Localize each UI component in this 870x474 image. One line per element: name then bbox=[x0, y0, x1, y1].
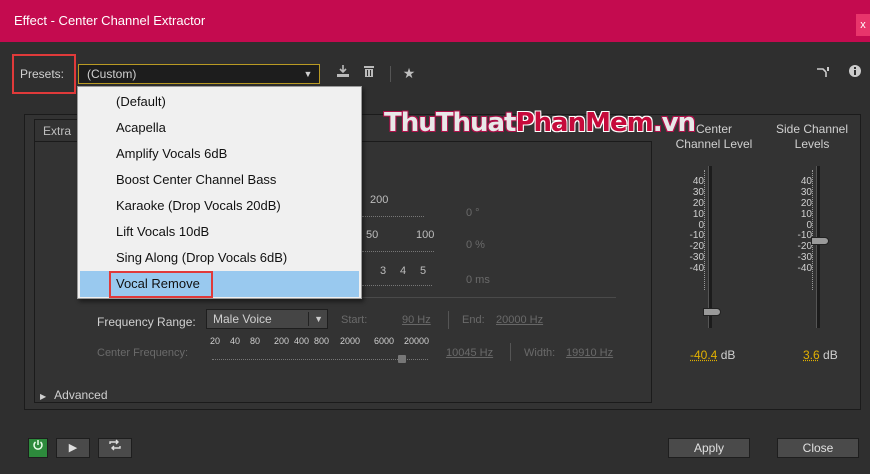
dropdown-separator bbox=[308, 312, 309, 326]
power-icon bbox=[33, 440, 43, 450]
start-value[interactable]: 90 Hz bbox=[402, 314, 431, 326]
toolbar-separator bbox=[390, 66, 391, 82]
menu-item-lift-vocals[interactable]: Lift Vocals 10dB bbox=[116, 219, 356, 245]
width-value[interactable]: 19910 Hz bbox=[566, 347, 613, 359]
menu-item-amplify-vocals[interactable]: Amplify Vocals 6dB bbox=[116, 141, 356, 167]
watermark-logo: ThuThuatPhanMem.vn bbox=[384, 108, 696, 138]
end-value[interactable]: 20000 Hz bbox=[496, 314, 543, 326]
center-meter-scale: 40 30 20 10 0 -10 -20 -30 -40 bbox=[689, 176, 704, 275]
start-label: Start: bbox=[341, 314, 368, 326]
percent-value[interactable]: 0 % bbox=[466, 239, 485, 251]
center-meter-ticks bbox=[704, 170, 707, 290]
end-label: End: bbox=[462, 314, 485, 326]
close-button[interactable]: Close bbox=[777, 438, 859, 458]
tab-extraction[interactable]: Extra bbox=[34, 119, 82, 141]
route-icon[interactable] bbox=[814, 64, 832, 82]
phase-value[interactable]: 0 ° bbox=[466, 207, 480, 219]
center-frequency-slider[interactable] bbox=[212, 348, 428, 360]
side-meter-ticks bbox=[812, 170, 815, 290]
field-separator bbox=[510, 343, 511, 361]
field-separator bbox=[448, 311, 449, 329]
center-frequency-label: Center Frequency: bbox=[97, 347, 189, 359]
loop-button[interactable] bbox=[98, 438, 132, 458]
advanced-label: Advanced bbox=[54, 388, 108, 402]
menu-item-sing-along[interactable]: Sing Along (Drop Vocals 6dB) bbox=[116, 245, 356, 271]
close-window-button[interactable]: x bbox=[856, 14, 870, 36]
apply-button[interactable]: Apply bbox=[668, 438, 750, 458]
frequency-range-label: Frequency Range: bbox=[97, 315, 196, 329]
center-channel-level-thumb[interactable] bbox=[703, 308, 721, 316]
side-meter-scale: 40 30 20 10 0 -10 -20 -30 -40 bbox=[797, 176, 812, 275]
side-channel-levels-slider[interactable] bbox=[816, 166, 820, 328]
chevron-down-icon[interactable]: ▼ bbox=[314, 311, 323, 327]
window-title: Effect - Center Channel Extractor bbox=[14, 13, 206, 28]
frequency-range-value: Male Voice bbox=[213, 312, 272, 326]
chevron-right-icon[interactable]: ▶ bbox=[40, 392, 46, 401]
vocal-remove-highlight-box bbox=[109, 271, 213, 298]
favorite-star-icon[interactable]: ★ bbox=[400, 64, 418, 82]
loop-icon bbox=[109, 439, 121, 451]
title-bar: Effect - Center Channel Extractor x bbox=[0, 0, 870, 42]
menu-item-karaoke[interactable]: Karaoke (Drop Vocals 20dB) bbox=[116, 193, 356, 219]
center-channel-level-value[interactable]: -40.4 dB bbox=[690, 348, 735, 362]
percent-slider[interactable] bbox=[362, 240, 434, 252]
center-channel-level-title: Center Channel Level bbox=[675, 122, 753, 151]
center-channel-level-slider[interactable] bbox=[708, 166, 712, 328]
play-icon: ▶ bbox=[68, 442, 78, 454]
play-button[interactable]: ▶ bbox=[56, 438, 90, 458]
delay-slider[interactable] bbox=[362, 274, 432, 286]
side-channel-levels-thumb[interactable] bbox=[811, 237, 829, 245]
delay-value[interactable]: 0 ms bbox=[466, 274, 490, 286]
effect-dialog: Presets: (Custom) ▼ ★ Extra ThuThuatPhan… bbox=[0, 42, 870, 474]
center-frequency-thumb[interactable] bbox=[398, 355, 406, 363]
phase-slider[interactable] bbox=[362, 205, 424, 217]
info-icon[interactable] bbox=[846, 64, 864, 82]
side-channel-levels-value[interactable]: 3.6 dB bbox=[803, 348, 838, 362]
frequency-range-dropdown[interactable]: Male Voice ▼ bbox=[206, 309, 328, 329]
delete-preset-icon[interactable] bbox=[360, 64, 378, 82]
center-frequency-value[interactable]: 10045 Hz bbox=[446, 347, 493, 359]
save-preset-icon[interactable] bbox=[334, 64, 352, 82]
menu-item-acapella[interactable]: Acapella bbox=[116, 115, 356, 141]
power-toggle-button[interactable] bbox=[28, 438, 48, 458]
preset-selected-value: (Custom) bbox=[87, 67, 137, 81]
menu-item-boost-center-bass[interactable]: Boost Center Channel Bass bbox=[116, 167, 356, 193]
preset-dropdown[interactable]: (Custom) ▼ bbox=[78, 64, 320, 84]
dropdown-arrow-icon[interactable]: ▼ bbox=[301, 66, 315, 82]
side-channel-levels-title: Side Channel Levels bbox=[775, 122, 849, 151]
width-label: Width: bbox=[524, 347, 556, 359]
menu-item-default[interactable]: (Default) bbox=[116, 89, 356, 115]
advanced-disclosure[interactable]: ▶ Advanced bbox=[40, 388, 108, 402]
presets-label: Presets: bbox=[20, 67, 65, 81]
presets-menu: (Default) Acapella Amplify Vocals 6dB Bo… bbox=[77, 86, 362, 299]
